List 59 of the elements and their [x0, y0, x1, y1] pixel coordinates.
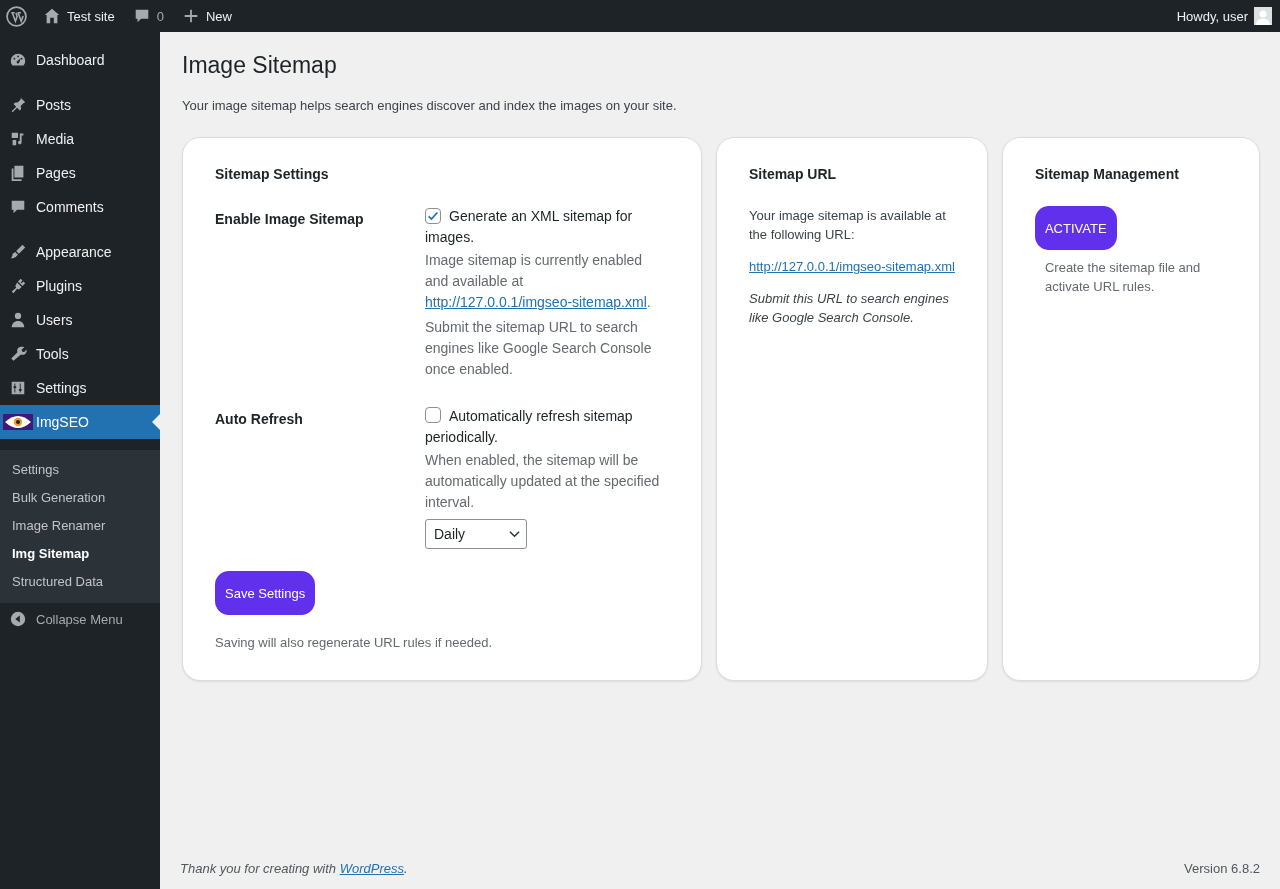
- intro-text: Your image sitemap helps search engines discover and index the images on your site.: [182, 98, 678, 113]
- site-link[interactable]: Test site: [43, 7, 115, 25]
- activate-button[interactable]: ACTIVATE: [1034, 206, 1117, 250]
- field-label: Enable Image Sitemap: [215, 210, 365, 229]
- checkbox-label[interactable]: Generate an XML sitemap for images.: [425, 206, 669, 248]
- interval-select[interactable]: Daily: [425, 519, 527, 549]
- wordpress-link[interactable]: WordPress: [339, 861, 404, 876]
- account-link[interactable]: Howdy, user: [1176, 7, 1272, 25]
- save-settings-button[interactable]: Save Settings: [215, 571, 316, 615]
- save-note: Saving will also regenerate URL rules if needed.: [215, 635, 493, 650]
- checkbox-label[interactable]: Automatically refresh sitemap periodically.: [425, 406, 669, 448]
- sliders-icon: [9, 379, 27, 397]
- menu-item[interactable]: Tools: [0, 337, 160, 371]
- field-description: Submit the sitemap URL to search engines like Google Search Console once enabled.: [425, 318, 653, 379]
- home-icon: [43, 7, 61, 25]
- submenu-item[interactable]: Img Sitemap: [0, 540, 160, 568]
- pin-icon: [9, 96, 27, 114]
- sitemap-link[interactable]: http://127.0.0.1/imgseo-sitemap.xml: [749, 259, 955, 274]
- checkbox[interactable]: [425, 407, 441, 423]
- collapse-icon: [9, 610, 27, 628]
- url-text: Your image sitemap is available at the following URL:: [749, 207, 947, 244]
- menu-item[interactable]: Plugins: [0, 269, 160, 303]
- checkbox[interactable]: [425, 208, 441, 224]
- plug-icon: [9, 277, 27, 295]
- card-title: Sitemap Settings: [215, 166, 330, 182]
- menu-item[interactable]: Pages: [0, 156, 160, 190]
- new-link[interactable]: New: [181, 7, 232, 25]
- version-text: Version 6.8.2: [1184, 861, 1260, 876]
- menu-item[interactable]: Posts: [0, 88, 160, 122]
- menu-item[interactable]: Media: [0, 122, 160, 156]
- submenu-item[interactable]: Settings: [0, 456, 160, 484]
- card-title: Sitemap Management: [1034, 166, 1180, 182]
- wordpress-logo-icon[interactable]: [6, 5, 27, 27]
- status-text: Image sitemap is currently enabled and available at http://127.0.0.1/imgseo-sitemap.xml.: [425, 251, 652, 312]
- avatar-icon: [1254, 7, 1272, 25]
- user-icon: [9, 311, 27, 329]
- collapse-menu-button[interactable]: Collapse Menu: [0, 603, 160, 635]
- chevron-icon: [509, 530, 520, 538]
- card-title: Sitemap URL: [749, 166, 838, 182]
- menu-item[interactable]: Comments: [0, 190, 160, 224]
- menu-item[interactable]: Appearance: [0, 235, 160, 269]
- eye-icon: [3, 414, 33, 430]
- menu-item[interactable]: ImgSEO: [0, 405, 160, 439]
- page-title: Image Sitemap: [182, 51, 338, 80]
- sitemap-link[interactable]: http://127.0.0.1/imgseo-sitemap.xml: [425, 294, 647, 310]
- brush-icon: [9, 243, 27, 261]
- submenu-item[interactable]: Structured Data: [0, 568, 160, 596]
- url-note: Submit this URL to search engines like Google Search Console.: [749, 290, 950, 327]
- menu-item[interactable]: Users: [0, 303, 160, 337]
- submenu-item[interactable]: Image Renamer: [0, 512, 160, 540]
- wrench-icon: [9, 345, 27, 363]
- menu-item[interactable]: Settings: [0, 371, 160, 405]
- field-label: Auto Refresh: [215, 410, 304, 429]
- menu-item[interactable]: Dashboard: [0, 43, 160, 77]
- submenu-item[interactable]: Bulk Generation: [0, 484, 160, 512]
- footer-thanks: Thank you for creating with WordPress.: [180, 861, 408, 876]
- comments-link[interactable]: 0: [132, 7, 164, 25]
- management-description: Create the sitemap file and activate URL rules.: [1044, 259, 1202, 296]
- field-description: When enabled, the sitemap will be automatically updated at the specified interval.: [425, 451, 661, 512]
